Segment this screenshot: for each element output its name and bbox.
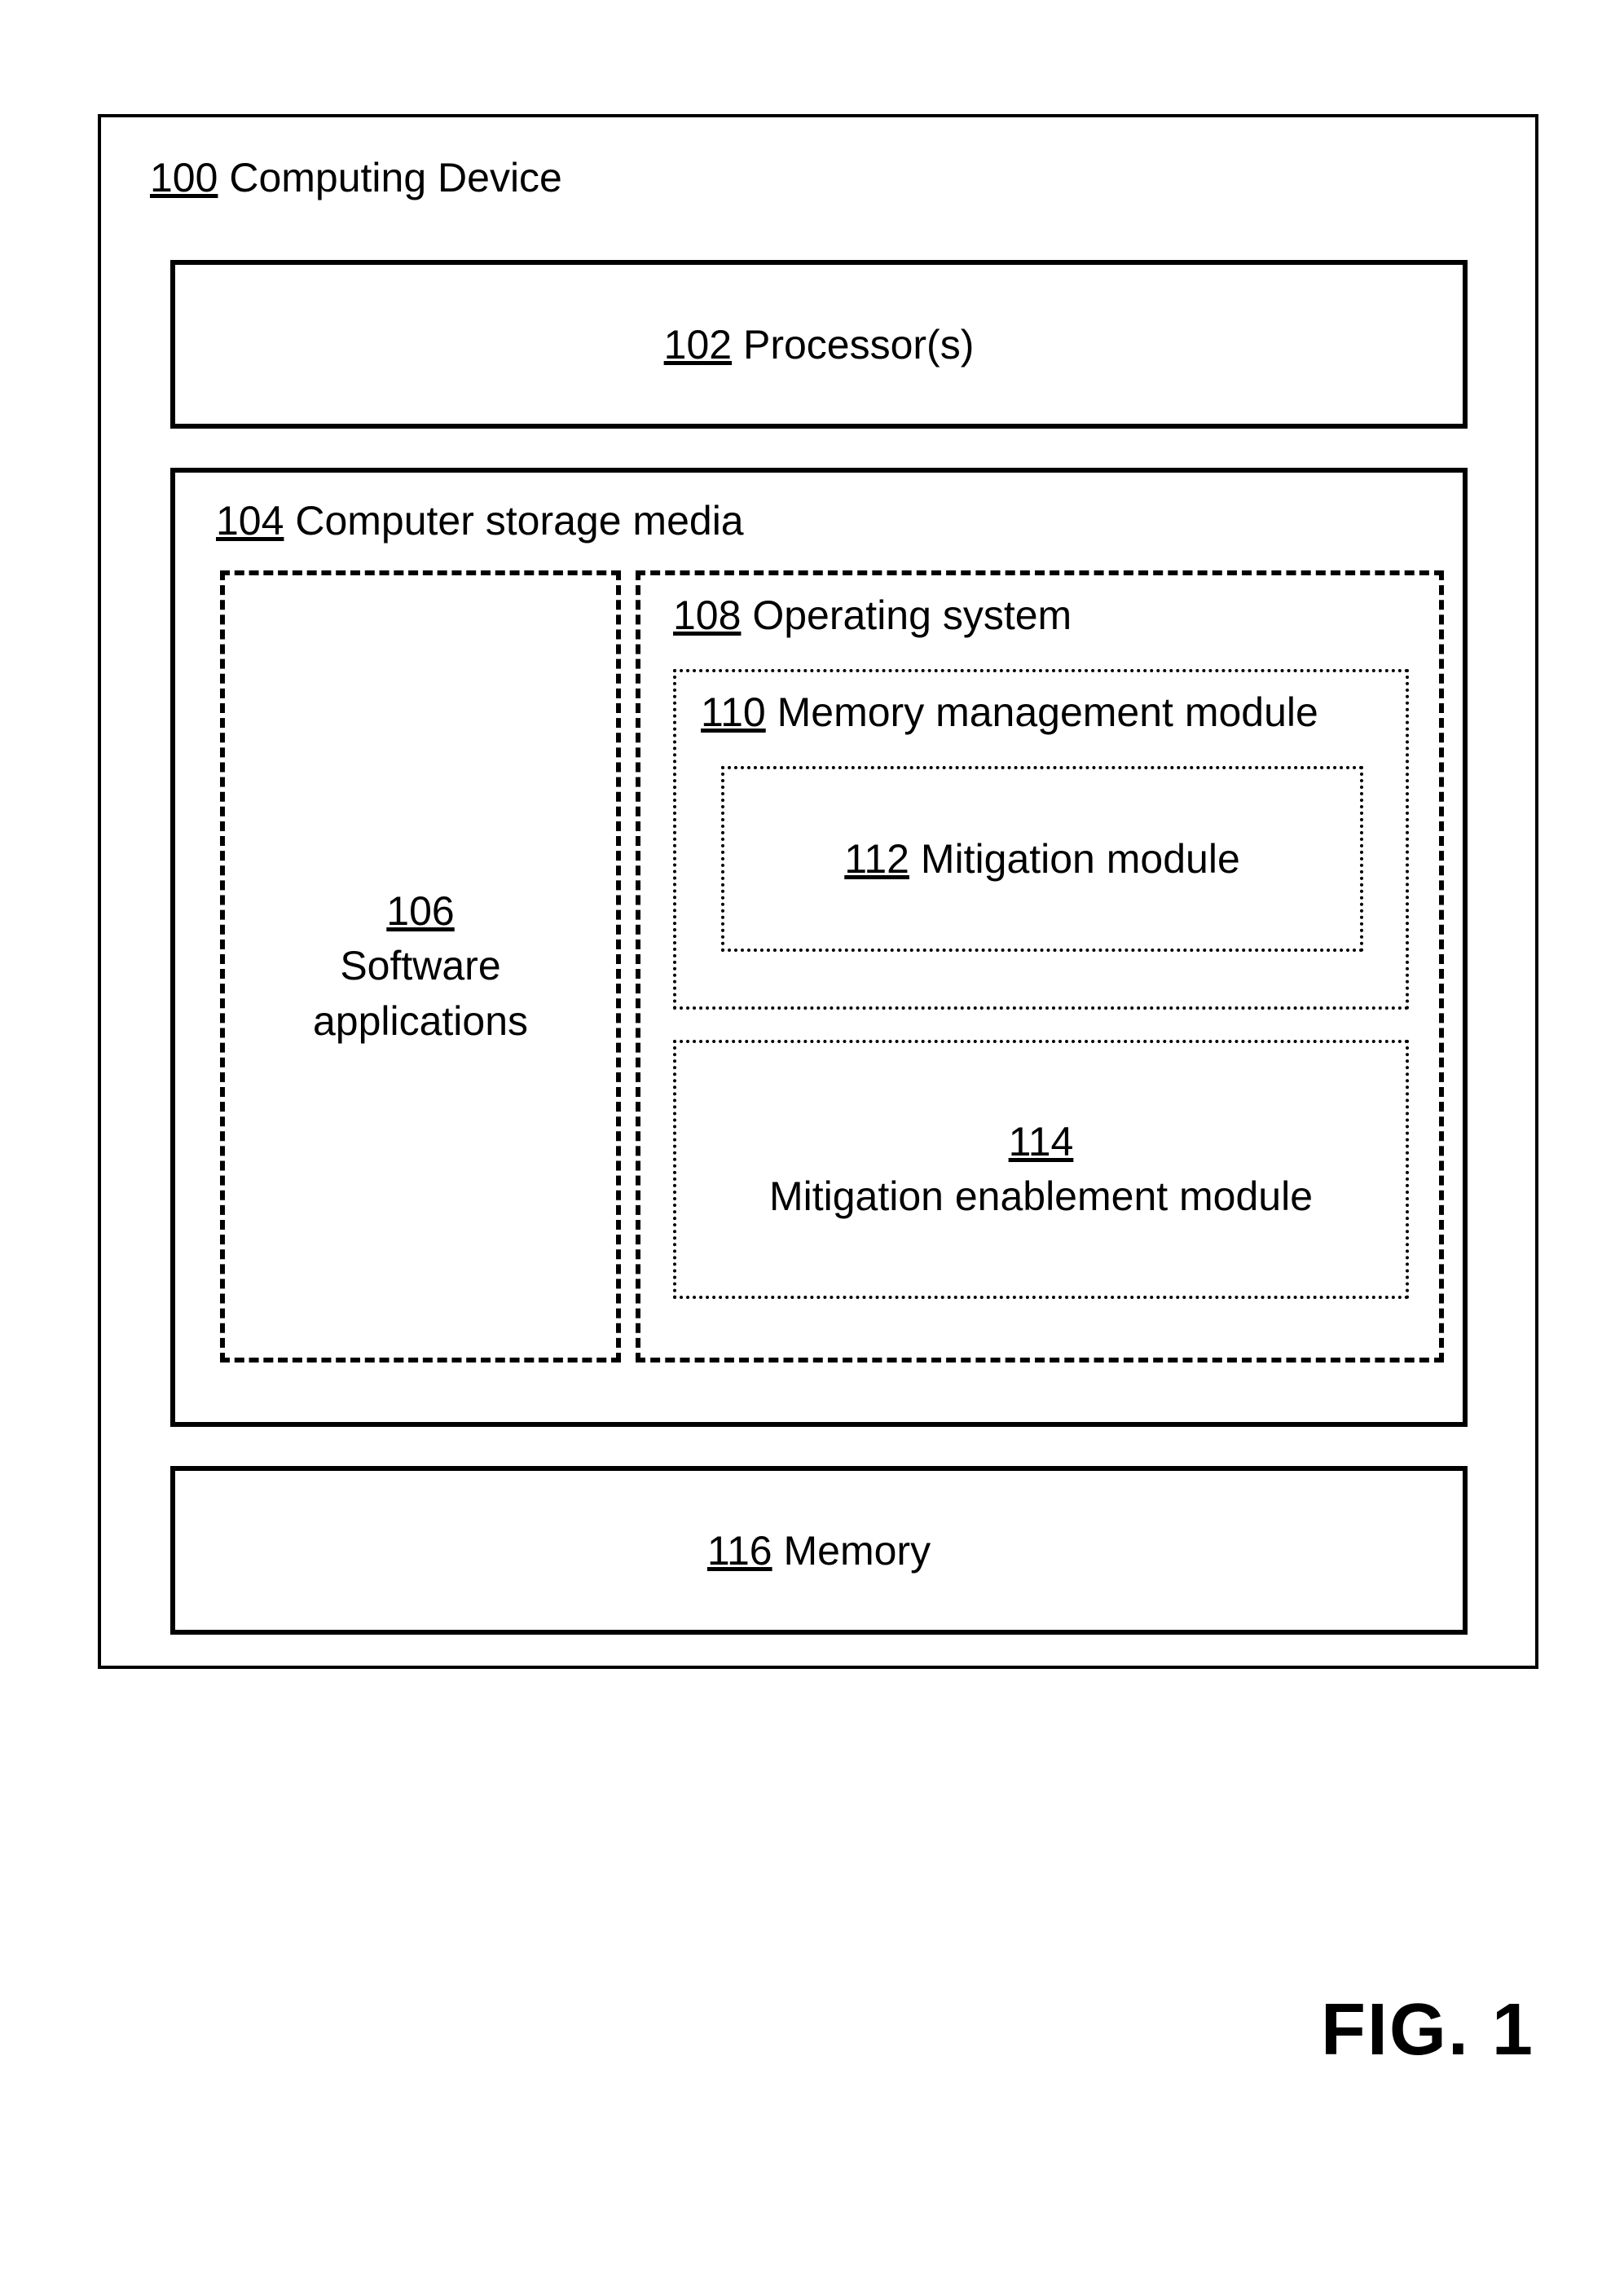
computing-device-ref: 100 [150, 155, 218, 200]
computer-storage-media-box: 104 Computer storage media 106 Software … [170, 468, 1468, 1427]
memory-label: Memory [784, 1528, 931, 1574]
memory-management-module-box: 110 Memory management module 112 Mitigat… [673, 669, 1409, 1010]
computing-device-label: Computing Device [229, 155, 562, 200]
figure-label: FIG. 1 [1321, 1988, 1534, 2072]
mitigation-module-box: 112 Mitigation module [721, 766, 1363, 952]
software-applications-box: 106 Software applications [220, 570, 621, 1363]
computer-storage-media-ref: 104 [216, 498, 284, 544]
computing-device-title: 100 Computing Device [150, 154, 562, 201]
processors-label: Processor(s) [743, 322, 974, 368]
memory-management-module-ref: 110 [701, 689, 766, 735]
mitigation-module-title: 112 Mitigation module [844, 835, 1240, 883]
operating-system-box: 108 Operating system 110 Memory manageme… [636, 570, 1444, 1363]
computer-storage-media-title: 104 Computer storage media [216, 497, 744, 544]
mitigation-module-label: Mitigation module [921, 836, 1240, 882]
memory-title: 116 Memory [707, 1527, 931, 1574]
memory-management-module-label: Memory management module [777, 689, 1318, 735]
operating-system-label: Operating system [752, 592, 1072, 638]
mitigation-enablement-module-ref: 114 [1009, 1119, 1074, 1164]
memory-management-module-title: 110 Memory management module [701, 689, 1318, 736]
memory-ref: 116 [707, 1528, 772, 1574]
mitigation-module-ref: 112 [844, 836, 909, 882]
memory-box: 116 Memory [170, 1466, 1468, 1635]
mitigation-enablement-module-box: 114 Mitigation enablement module [673, 1040, 1409, 1299]
computer-storage-media-label: Computer storage media [295, 498, 743, 544]
mitigation-enablement-module-label: Mitigation enablement module [769, 1173, 1313, 1219]
software-applications-title: 106 Software applications [313, 884, 528, 1050]
software-applications-label-line1: Software [340, 943, 500, 988]
processors-ref: 102 [664, 322, 732, 368]
computing-device-box: 100 Computing Device 102 Processor(s) 10… [98, 114, 1538, 1669]
processors-title: 102 Processor(s) [664, 321, 975, 368]
operating-system-ref: 108 [673, 592, 741, 638]
mitigation-enablement-module-title: 114 Mitigation enablement module [769, 1115, 1313, 1225]
operating-system-title: 108 Operating system [673, 592, 1072, 639]
processors-box: 102 Processor(s) [170, 260, 1468, 429]
software-applications-ref: 106 [386, 888, 454, 934]
software-applications-label-line2: applications [313, 998, 528, 1044]
